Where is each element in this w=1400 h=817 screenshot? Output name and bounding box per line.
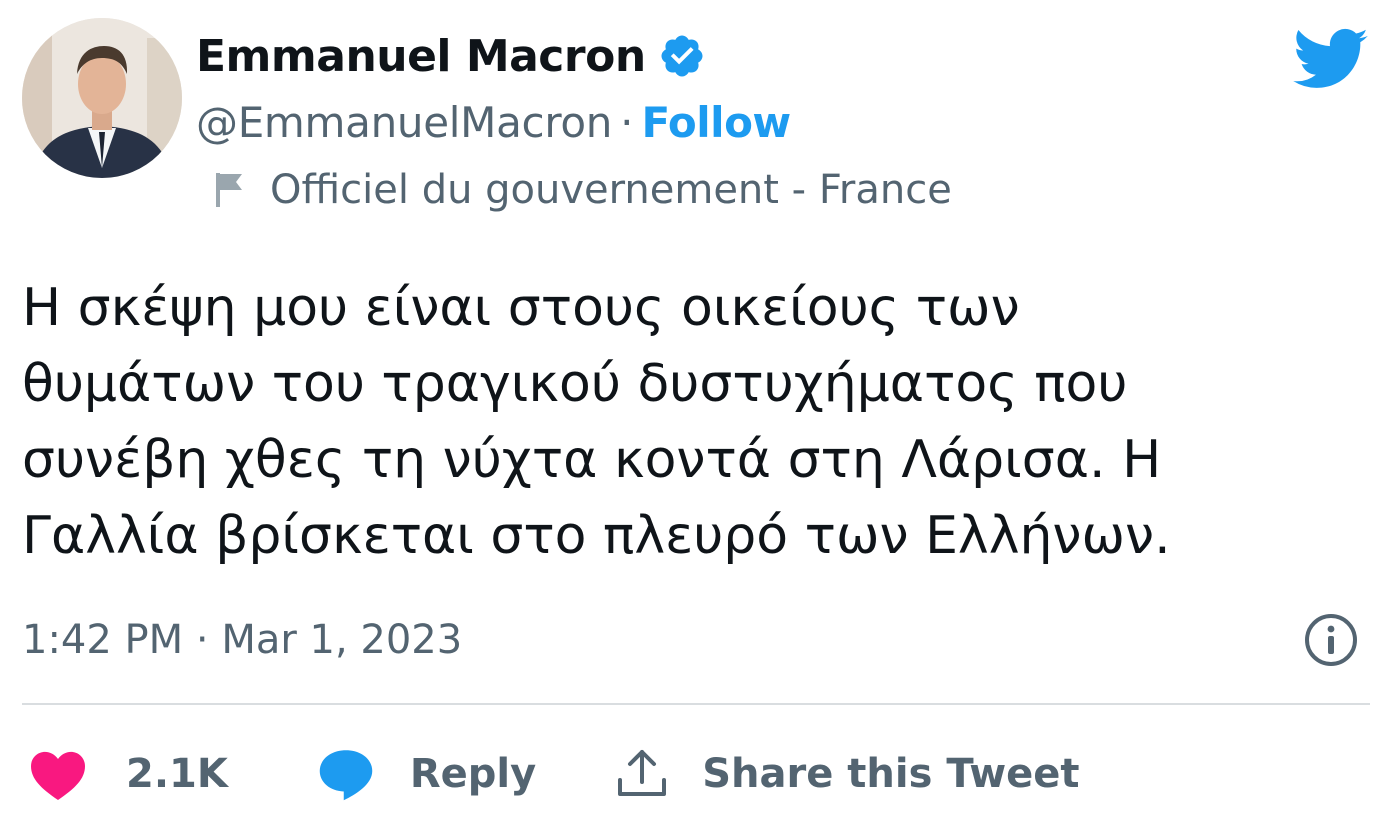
share-upload-icon xyxy=(618,750,667,796)
account-label-text: Officiel du gouvernement - France xyxy=(270,167,952,213)
flag-icon xyxy=(212,170,248,210)
author-handle-row: @EmmanuelMacron · Follow xyxy=(196,96,791,148)
like-count: 2.1K xyxy=(126,751,228,797)
avatar-photo xyxy=(22,18,182,178)
divider xyxy=(22,703,1370,705)
verified-badge-icon xyxy=(658,32,706,80)
like-button[interactable]: 2.1K xyxy=(28,747,228,801)
reply-button[interactable]: Reply xyxy=(316,746,536,802)
tweet-text-line: Γαλλία βρίσκεται στο πλευρό των Ελλήνων. xyxy=(22,506,1171,566)
handle-separator: · xyxy=(620,97,634,147)
tweet-text-line: θυμάτων του τραγικού δυστυχήματος που xyxy=(22,354,1128,414)
share-label: Share this Tweet xyxy=(702,751,1080,797)
speech-bubble-icon xyxy=(319,750,373,801)
author-name-row: Emmanuel Macron xyxy=(196,28,706,84)
tweet-actions: 2.1K Reply Share this Tweet xyxy=(28,742,1080,806)
tweet-text-line: συνέβη χθες τη νύχτα κοντά στη Λάρισα. Η xyxy=(22,430,1162,490)
tweet-text: Η σκέψη μου είναι στους οικείους των θυμ… xyxy=(22,270,1362,574)
account-label[interactable]: Officiel du gouvernement - France xyxy=(212,164,952,216)
info-icon[interactable] xyxy=(1303,612,1359,668)
author-handle[interactable]: @EmmanuelMacron xyxy=(196,98,612,147)
tweet-timestamp[interactable]: 1:42 PM · Mar 1, 2023 xyxy=(22,612,462,668)
heart-icon xyxy=(31,751,85,801)
twitter-bird-icon[interactable] xyxy=(1293,28,1369,92)
author-display-name[interactable]: Emmanuel Macron xyxy=(196,31,646,82)
follow-button[interactable]: Follow xyxy=(641,98,791,147)
avatar[interactable] xyxy=(22,18,182,178)
share-button[interactable]: Share this Tweet xyxy=(614,746,1080,802)
reply-label: Reply xyxy=(409,751,537,797)
tweet-text-line: Η σκέψη μου είναι στους οικείους των xyxy=(22,278,1020,338)
